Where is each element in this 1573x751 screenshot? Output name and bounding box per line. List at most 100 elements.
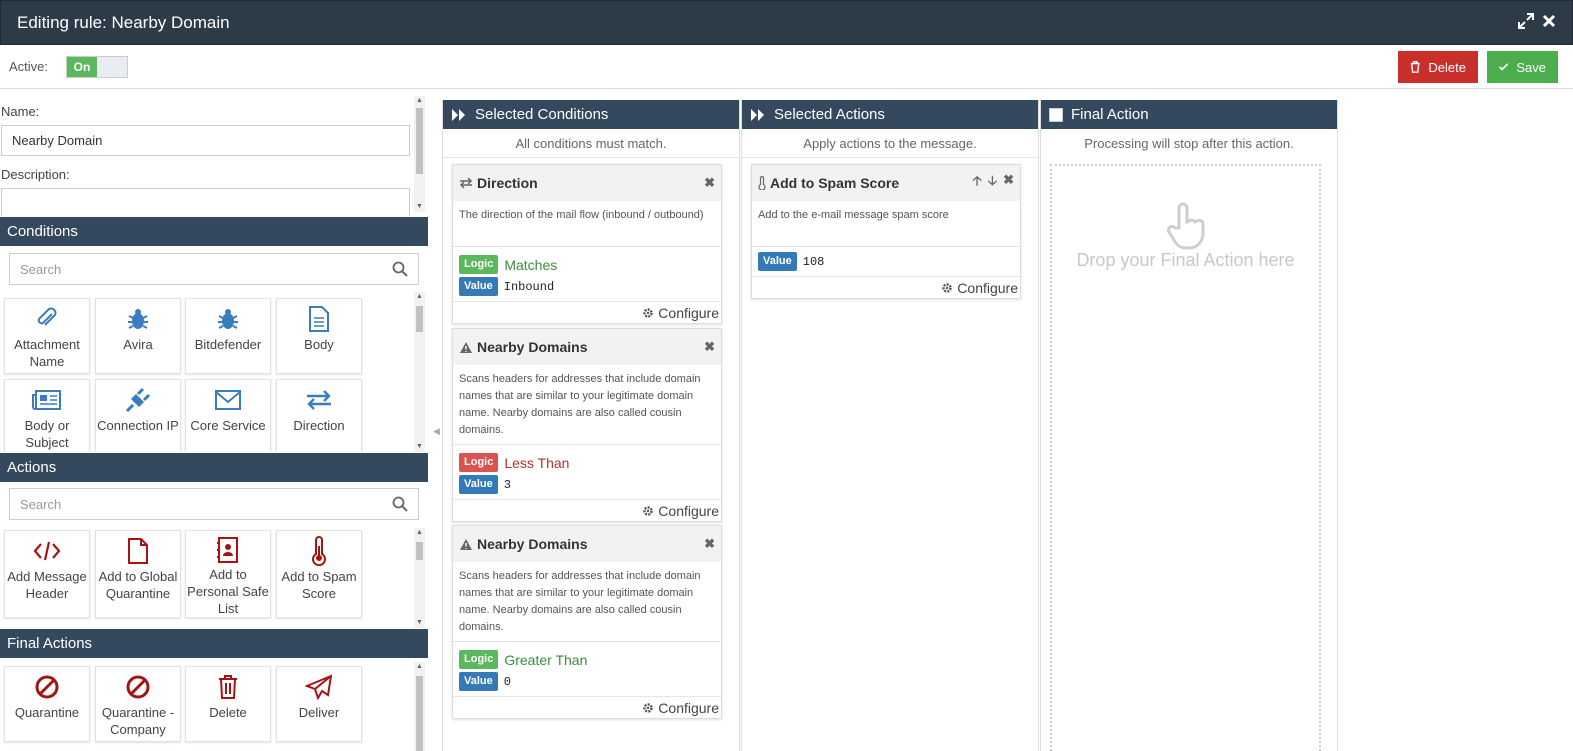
remove-icon[interactable]: ✖ [704, 536, 715, 552]
gear-icon [942, 282, 953, 293]
condition-card-nearby-domains-2[interactable]: Nearby Domains ✖ Scans headers for addre… [452, 525, 722, 719]
action-tile-add-to-personal-safe-list[interactable]: Add to Personal Safe List [185, 530, 271, 618]
expand-icon[interactable] [1518, 13, 1534, 32]
card-description: The direction of the mail flow (inbound … [453, 201, 721, 247]
card-title: Direction [477, 175, 538, 191]
configure-label: Configure [658, 502, 719, 519]
description-input[interactable] [1, 188, 410, 216]
condition-card-direction[interactable]: Direction ✖ The direction of the mail fl… [452, 164, 722, 324]
condition-tile-body[interactable]: Body [276, 298, 362, 374]
final-actions-header: Final Actions [0, 629, 428, 658]
active-toggle[interactable]: On [66, 55, 129, 78]
conditions-scrollbar[interactable]: ▲ ▼ [414, 292, 425, 452]
final-tile-delete[interactable]: Delete [185, 666, 271, 742]
selected-conditions-subheading: All conditions must match. [443, 129, 739, 158]
thermometer-icon [758, 176, 766, 190]
condition-tile-body-or-subject[interactable]: Body or Subject [4, 379, 90, 452]
panel-splitter[interactable]: ◀ [433, 426, 441, 476]
final-tile-quarantine[interactable]: Quarantine [4, 666, 90, 742]
conditions-search-input[interactable]: Search [9, 253, 419, 285]
code-icon [33, 536, 61, 566]
tile-label: Deliver [298, 705, 340, 720]
check-icon [1499, 63, 1509, 71]
remove-icon[interactable]: ✖ [1003, 172, 1014, 194]
delete-button[interactable]: Delete [1398, 51, 1478, 83]
checkbox-icon[interactable] [1049, 107, 1063, 122]
final-actions-title: Final Actions [7, 635, 93, 652]
action-tile-add-to-spam-score[interactable]: Add to Spam Score [276, 530, 362, 618]
condition-tile-direction[interactable]: Direction [276, 379, 362, 452]
gear-icon [643, 702, 654, 713]
address-book-icon [216, 536, 240, 564]
value-badge: Value [459, 672, 498, 691]
actions-search-input[interactable]: Search [9, 488, 419, 520]
dropzone-text: Drop your Final Action here [1076, 250, 1295, 270]
move-down-icon[interactable]: 🡣 [988, 172, 997, 194]
gear-icon [643, 307, 654, 318]
final-action-title: Final Action [1071, 106, 1149, 123]
toolbar: Active: On [0, 45, 1573, 89]
card-description: Add to the e-mail message spam score [752, 201, 1020, 247]
exchange-icon [459, 177, 473, 189]
selected-actions-subheading: Apply actions to the message. [742, 129, 1038, 158]
exchange-icon [305, 385, 333, 415]
value-badge: Value [459, 475, 498, 494]
actions-tiles: Add Message Header Add to Global Quarant… [3, 526, 415, 628]
card-title: Nearby Domains [477, 536, 588, 552]
tile-label: Body or Subject [24, 418, 70, 450]
search-icon[interactable] [392, 496, 408, 512]
action-tile-add-message-header[interactable]: Add Message Header [4, 530, 90, 618]
final-actions-scrollbar[interactable]: ▲ [414, 662, 425, 751]
bug-icon [125, 304, 151, 334]
card-title: Add to Spam Score [770, 175, 900, 191]
gear-icon [643, 505, 654, 516]
form-scrollbar[interactable]: ▲ ▼ [414, 96, 425, 212]
conditions-title: Conditions [7, 223, 78, 240]
toggle-on-label: On [67, 56, 98, 77]
logic-value: Greater Than [504, 651, 588, 668]
condition-tile-core-service[interactable]: Core Service [185, 379, 271, 452]
configure-link[interactable]: Configure [453, 499, 721, 521]
final-tile-quarantine-company[interactable]: Quarantine - Company [95, 666, 181, 742]
action-tile-add-to-global-quarantine[interactable]: Add to Global Quarantine [95, 530, 181, 618]
final-action-column: Final Action Processing will stop after … [1040, 100, 1338, 751]
configure-link[interactable]: Configure [453, 696, 721, 718]
close-icon[interactable] [1542, 14, 1556, 31]
condition-card-nearby-domains-1[interactable]: Nearby Domains ✖ Scans headers for addre… [452, 328, 722, 522]
final-action-dropzone[interactable]: Drop your Final Action here [1050, 164, 1321, 751]
condition-tile-avira[interactable]: Avira [95, 298, 181, 374]
configure-link[interactable]: Configure [453, 301, 721, 323]
selected-actions-title: Selected Actions [774, 106, 885, 123]
condition-tile-connection-ip[interactable]: Connection IP [95, 379, 181, 452]
search-icon[interactable] [392, 261, 408, 277]
save-button[interactable]: Save [1487, 51, 1558, 83]
hand-pointer-icon [1166, 202, 1204, 250]
left-panel: Name: Description: ▲ ▼ Conditions Search… [0, 90, 428, 751]
logic-badge: Logic [459, 650, 499, 669]
conditions-tiles: Attachment Name Avira Bitdefender Body B… [3, 294, 415, 452]
logic-value: Less Than [504, 454, 570, 471]
warning-icon [460, 341, 472, 353]
tile-label: Body [304, 337, 334, 352]
logic-badge: Logic [459, 255, 499, 274]
move-up-icon[interactable]: 🡡 [972, 172, 981, 194]
selected-conditions-column: Selected Conditions All conditions must … [442, 100, 740, 751]
actions-title: Actions [7, 459, 57, 476]
tile-label: Avira [123, 337, 153, 352]
actions-scrollbar[interactable]: ▲ ▼ [414, 528, 425, 628]
condition-value: 3 [503, 477, 511, 492]
save-label: Save [1516, 59, 1546, 75]
card-title: Nearby Domains [477, 339, 588, 355]
condition-tile-bitdefender[interactable]: Bitdefender [185, 298, 271, 374]
selected-actions-column: Selected Actions Apply actions to the me… [741, 100, 1039, 751]
remove-icon[interactable]: ✖ [704, 339, 715, 355]
remove-icon[interactable]: ✖ [704, 175, 715, 191]
name-input[interactable] [1, 125, 410, 156]
final-tile-deliver[interactable]: Deliver [276, 666, 362, 742]
file-icon [126, 536, 150, 566]
tile-label: Bitdefender [194, 337, 262, 352]
envelope-icon [214, 385, 242, 415]
condition-tile-attachment-name[interactable]: Attachment Name [4, 298, 90, 374]
action-card-add-to-spam-score[interactable]: Add to Spam Score 🡡 🡣 ✖ Add to the e-mai… [751, 164, 1021, 299]
configure-link[interactable]: Configure [752, 276, 1020, 298]
